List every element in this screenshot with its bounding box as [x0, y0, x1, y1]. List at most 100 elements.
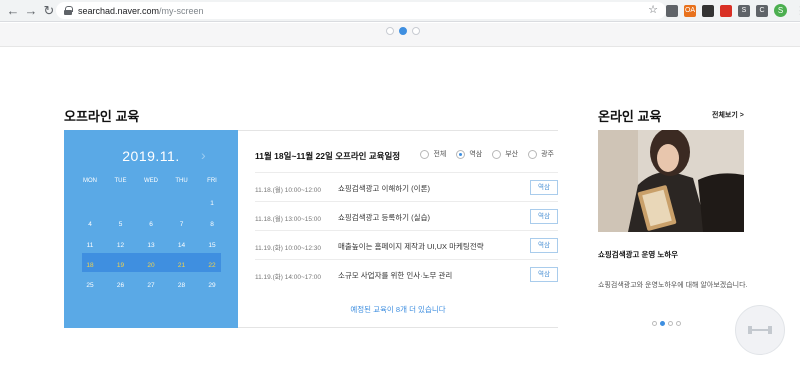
event-title[interactable]: 매출높이는 홈페이지 제작과 UI,UX 마케팅전략 — [338, 241, 484, 252]
online-slide-dot[interactable] — [668, 321, 673, 326]
calendar-day[interactable]: 26 — [112, 282, 130, 289]
schedule-title: 11월 18일~11월 22일 오프라인 교육일정 — [255, 151, 401, 161]
back-arrow-icon[interactable]: ← — [4, 2, 22, 20]
calendar-day[interactable]: 25 — [81, 282, 99, 289]
floating-badge[interactable] — [735, 305, 785, 355]
next-month-chevron-icon[interactable]: › — [201, 147, 206, 163]
radio-circle-icon — [528, 149, 538, 159]
lock-icon — [64, 6, 73, 15]
calendar-day[interactable]: 15 — [203, 242, 221, 249]
region-radio-label: 역삼 — [469, 151, 483, 158]
calendar-day[interactable]: 5 — [112, 221, 130, 228]
calendar: 2019.11. › MON TUE WED THU FRI 1 4 5 6 7 8 11 12 13 14… — [64, 130, 238, 328]
top-banner-band — [0, 23, 800, 47]
region-radio-label: 부산 — [505, 151, 519, 158]
banner-dot[interactable] — [399, 27, 407, 35]
dumbbell-icon — [748, 326, 772, 334]
calendar-week-row: 1 — [81, 200, 221, 207]
calendar-day[interactable]: 20 — [142, 262, 160, 269]
schedule-panel: 11월 18일~11월 22일 오프라인 교육일정 전체 역삼 부산 광주 11.18… — [238, 130, 558, 328]
event-title[interactable]: 쇼핑검색광고 이해하기 (이론) — [338, 183, 430, 194]
weekday-label: WED — [144, 178, 158, 184]
calendar-day[interactable]: 12 — [112, 242, 130, 249]
calendar-day[interactable]: 19 — [112, 262, 130, 269]
calendar-day — [173, 200, 191, 207]
calendar-day[interactable]: 22 — [203, 262, 221, 269]
event-location-button[interactable]: 역삼 — [530, 209, 558, 224]
event-title[interactable]: 쇼핑검색광고 등록하기 (실습) — [338, 212, 430, 223]
weekday-label: MON — [83, 178, 97, 184]
calendar-day[interactable]: 18 — [81, 262, 99, 269]
region-radio-1[interactable]: 전체 — [420, 149, 446, 159]
course-title[interactable]: 쇼핑검색광고 운영 노하우 — [598, 249, 678, 260]
calendar-day[interactable]: 1 — [203, 200, 221, 207]
person-with-tablet-image — [598, 130, 744, 232]
url-host: searchad.naver.com — [78, 5, 160, 16]
event-title[interactable]: 소규모 사업자를 위한 인사·노무 관리 — [338, 270, 452, 281]
calendar-month: 2019.11. — [122, 148, 180, 164]
radio-circle-icon — [456, 149, 466, 159]
calendar-week-row: 25 26 27 28 29 — [81, 282, 221, 289]
online-pagination — [652, 321, 681, 326]
event-location-button[interactable]: 역삼 — [530, 180, 558, 195]
offline-section-title: 오프라인 교육 — [64, 109, 140, 124]
banner-pagination — [386, 27, 420, 35]
ext-grey-s-icon[interactable]: S — [738, 4, 750, 17]
more-menu-icon[interactable]: ⋮ — [795, 4, 800, 17]
profile-avatar[interactable]: S — [774, 4, 787, 17]
online-slide-dot[interactable] — [652, 321, 657, 326]
calendar-day[interactable]: 28 — [173, 282, 191, 289]
event-location-button[interactable]: 역삼 — [530, 238, 558, 253]
calendar-day[interactable]: 8 — [203, 221, 221, 228]
event-date: 11.18.(월) 13:00~15:00 — [255, 216, 322, 223]
region-radio-2[interactable]: 역삼 — [456, 149, 482, 159]
bookmark-star-icon[interactable]: ☆ — [648, 3, 658, 16]
radio-circle-icon — [492, 149, 502, 159]
event-row: 11.19.(화) 14:00~17:00 소규모 사업자를 위한 인사·노무 관… — [255, 259, 558, 288]
calendar-day — [81, 200, 99, 207]
puzzle-icon[interactable] — [666, 4, 678, 17]
ext-circle-icon[interactable] — [702, 4, 714, 17]
banner-dot[interactable] — [412, 27, 420, 35]
ext-grey-c-icon[interactable]: C — [756, 4, 768, 17]
calendar-day[interactable]: 7 — [173, 221, 191, 228]
address-bar[interactable]: searchad.naver.com/my-screen ☆ — [56, 2, 666, 19]
weekday-label: THU — [175, 178, 188, 184]
calendar-weekday-row: MON TUE WED THU FRI — [81, 178, 221, 184]
radio-circle-icon — [420, 149, 430, 159]
browser-toolbar: ← → ↻ searchad.naver.com/my-screen ☆ OA S… — [0, 0, 800, 22]
calendar-day[interactable]: 21 — [173, 262, 191, 269]
calendar-day[interactable]: 13 — [142, 242, 160, 249]
region-radio-4[interactable]: 광주 — [528, 149, 554, 159]
url-path: /my-screen — [159, 5, 204, 16]
event-row: 11.18.(월) 13:00~15:00 쇼핑검색광고 등록하기 (실습) 역삼 — [255, 201, 558, 230]
event-date: 11.19.(화) 14:00~17:00 — [255, 274, 322, 281]
region-filter: 전체 역삼 부산 광주 — [420, 149, 554, 159]
region-radio-3[interactable]: 부산 — [492, 149, 518, 159]
extensions-bar: OA SCS ⋮ — [666, 4, 800, 17]
view-all-link[interactable]: 전체보기 > — [712, 110, 744, 120]
event-row: 11.19.(화) 10:00~12:30 매출높이는 홈페이지 제작과 UI,U… — [255, 230, 558, 259]
calendar-day[interactable]: 27 — [142, 282, 160, 289]
calendar-week-row: 18 19 20 21 22 — [81, 262, 221, 269]
banner-dot[interactable] — [386, 27, 394, 35]
calendar-day[interactable]: 11 — [81, 242, 99, 249]
calendar-day — [112, 200, 130, 207]
online-slide-dot[interactable] — [676, 321, 681, 326]
calendar-day[interactable]: 6 — [142, 221, 160, 228]
course-description: 쇼핑검색광고와 운영노하우에 대해 알아보겠습니다. — [598, 282, 748, 289]
more-events-link[interactable]: 예정된 교육이 8개 더 있습니다 — [238, 304, 558, 315]
region-radio-label: 전체 — [433, 151, 447, 158]
event-location-button[interactable]: 역삼 — [530, 267, 558, 282]
calendar-day[interactable]: 14 — [173, 242, 191, 249]
weekday-label: FRI — [207, 178, 217, 184]
online-slide-dot[interactable] — [660, 321, 665, 326]
event-date: 11.19.(화) 10:00~12:30 — [255, 245, 322, 252]
ext-orange-icon[interactable]: OA — [684, 4, 696, 17]
online-section-title: 온라인 교육 — [598, 109, 662, 124]
ext-pdf-icon[interactable] — [720, 4, 732, 17]
calendar-day[interactable]: 29 — [203, 282, 221, 289]
forward-arrow-icon[interactable]: → — [22, 2, 40, 20]
calendar-day[interactable]: 4 — [81, 221, 99, 228]
course-thumbnail[interactable] — [598, 130, 744, 232]
